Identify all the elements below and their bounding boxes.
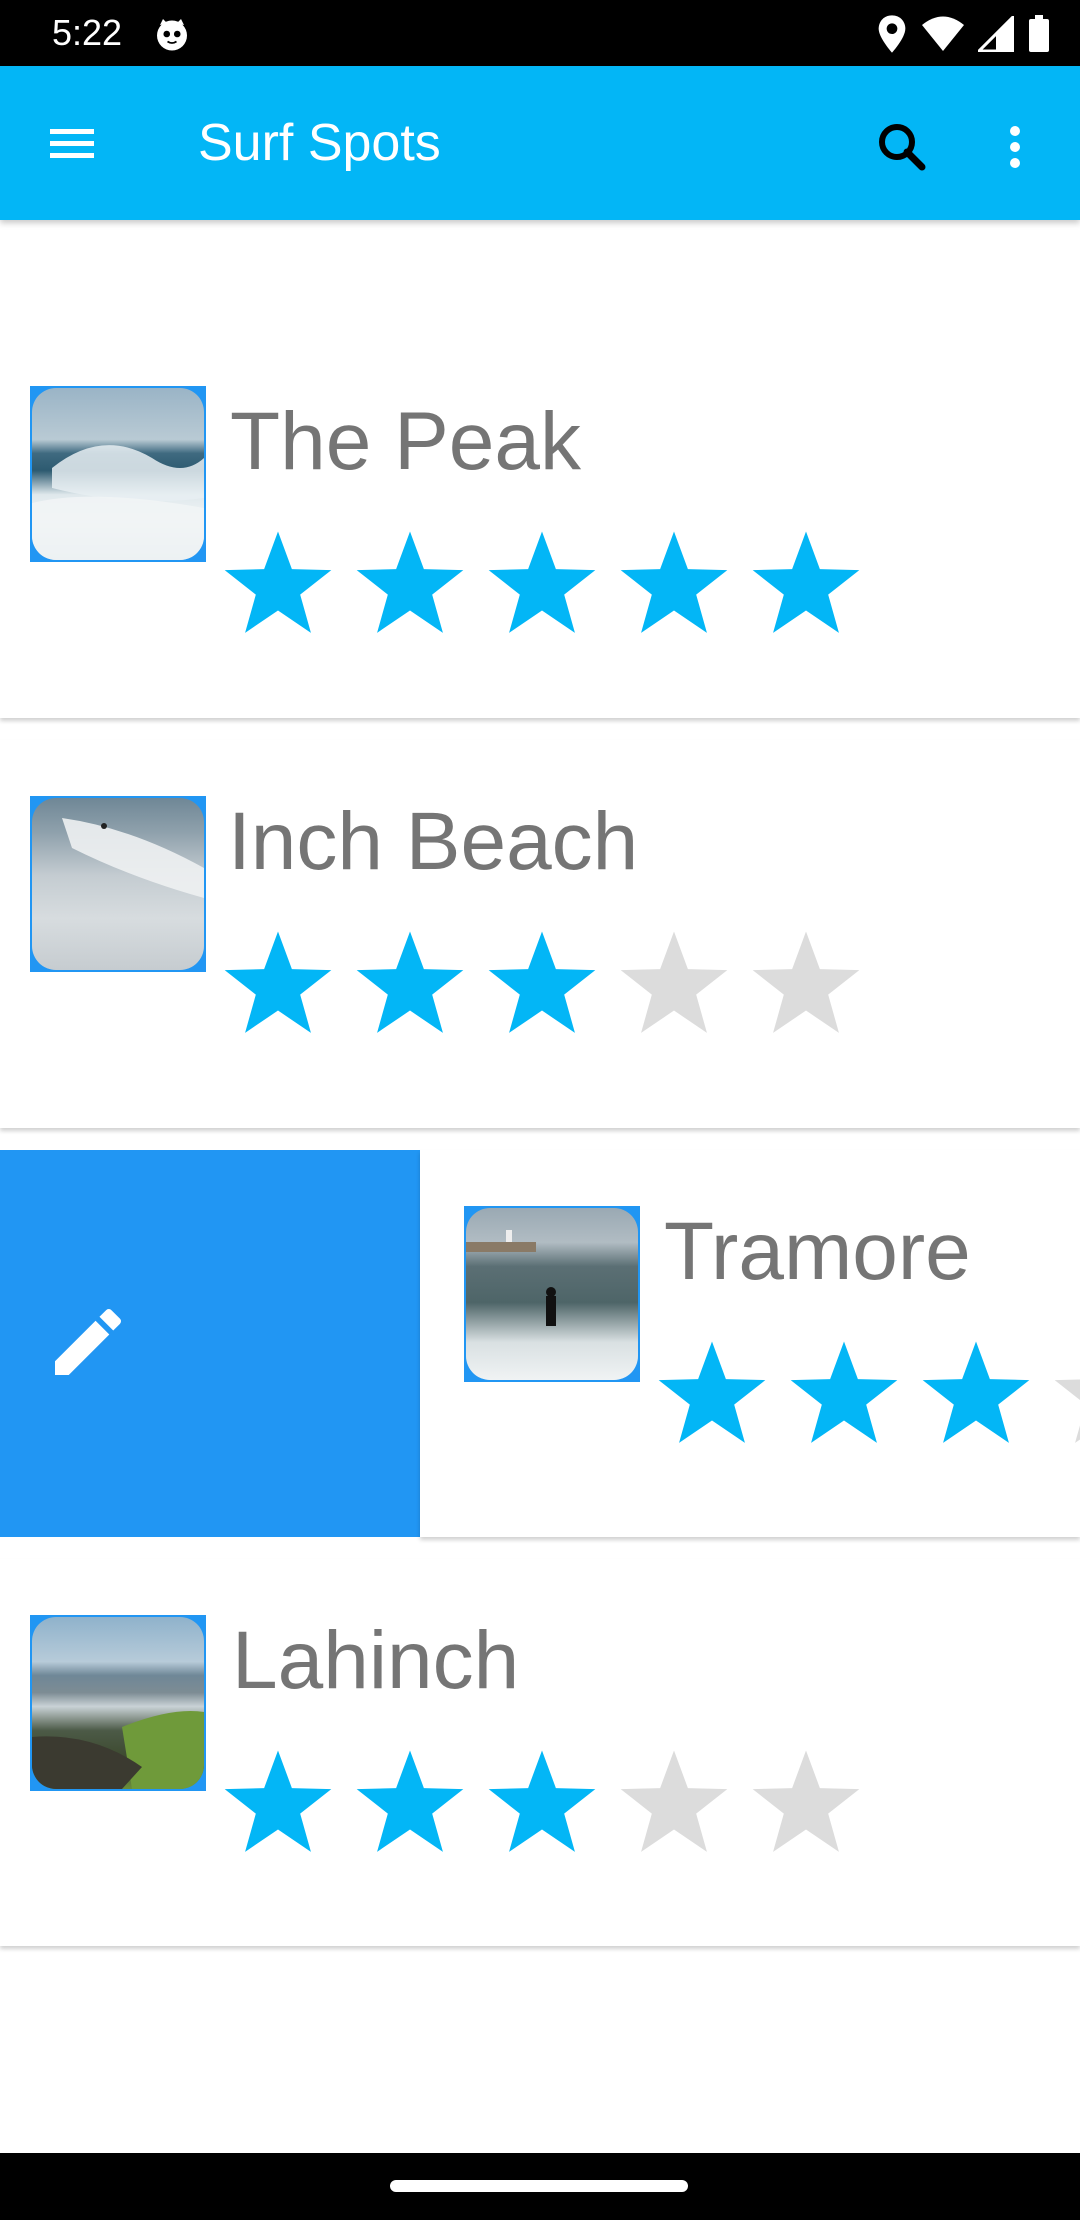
navigation-bar	[0, 2153, 1080, 2220]
star-filled-icon[interactable]	[222, 527, 334, 639]
rating-bar[interactable]	[656, 1337, 1080, 1449]
menu-icon[interactable]	[42, 113, 102, 173]
star-empty-icon[interactable]	[750, 927, 862, 1039]
spot-name: Tramore	[664, 1206, 971, 1297]
star-filled-icon[interactable]	[920, 1337, 1032, 1449]
spot-thumbnail	[30, 1615, 206, 1791]
edit-icon[interactable]	[44, 1298, 132, 1386]
star-filled-icon[interactable]	[618, 527, 730, 639]
spot-card-lahinch[interactable]: Lahinch	[0, 1559, 1080, 1946]
star-empty-icon[interactable]	[750, 1746, 862, 1858]
signal-icon	[978, 16, 1014, 52]
star-filled-icon[interactable]	[486, 527, 598, 639]
home-gesture-handle[interactable]	[390, 2180, 688, 2192]
search-icon[interactable]	[872, 117, 932, 177]
location-icon	[878, 15, 906, 53]
star-filled-icon[interactable]	[354, 927, 466, 1039]
spot-name: Inch Beach	[228, 796, 639, 887]
spot-card-inch-beach[interactable]: Inch Beach	[0, 740, 1080, 1128]
star-filled-icon[interactable]	[486, 927, 598, 1039]
screen: 5:22 Surf Spots The Peak Inch Beach Tram…	[0, 0, 1080, 2220]
cat-icon	[157, 19, 187, 51]
star-empty-icon[interactable]	[618, 927, 730, 1039]
spot-thumbnail	[464, 1206, 640, 1382]
star-filled-icon[interactable]	[222, 1746, 334, 1858]
rating-bar[interactable]	[222, 1746, 862, 1858]
spot-card-the-peak[interactable]: The Peak	[0, 220, 1080, 718]
more-vert-icon[interactable]	[990, 117, 1040, 177]
rating-bar[interactable]	[222, 527, 862, 639]
wifi-icon	[922, 16, 964, 51]
spot-thumbnail	[30, 386, 206, 562]
spot-card-content[interactable]: Tramore	[420, 1150, 1080, 1537]
edit-swipe-action[interactable]	[0, 1150, 420, 1537]
star-filled-icon[interactable]	[222, 927, 334, 1039]
status-bar: 5:22	[0, 0, 1080, 66]
star-filled-icon[interactable]	[750, 527, 862, 639]
star-filled-icon[interactable]	[486, 1746, 598, 1858]
spot-card-tramore[interactable]: Tramore	[0, 1150, 1080, 1537]
battery-icon	[1029, 15, 1049, 52]
star-filled-icon[interactable]	[354, 1746, 466, 1858]
rating-bar[interactable]	[222, 927, 862, 1039]
star-filled-icon[interactable]	[354, 527, 466, 639]
spot-name: The Peak	[230, 396, 581, 487]
spot-name: Lahinch	[232, 1615, 520, 1706]
status-icons	[876, 14, 1050, 54]
spot-thumbnail	[30, 796, 206, 972]
star-filled-icon[interactable]	[656, 1337, 768, 1449]
app-bar: Surf Spots	[0, 66, 1080, 220]
star-filled-icon[interactable]	[788, 1337, 900, 1449]
app-title: Surf Spots	[198, 114, 441, 172]
star-empty-icon[interactable]	[1052, 1337, 1080, 1449]
status-time: 5:22	[52, 12, 123, 53]
surf-spot-list: The Peak Inch Beach Tramore Lahinch	[0, 220, 1080, 2153]
star-empty-icon[interactable]	[618, 1746, 730, 1858]
